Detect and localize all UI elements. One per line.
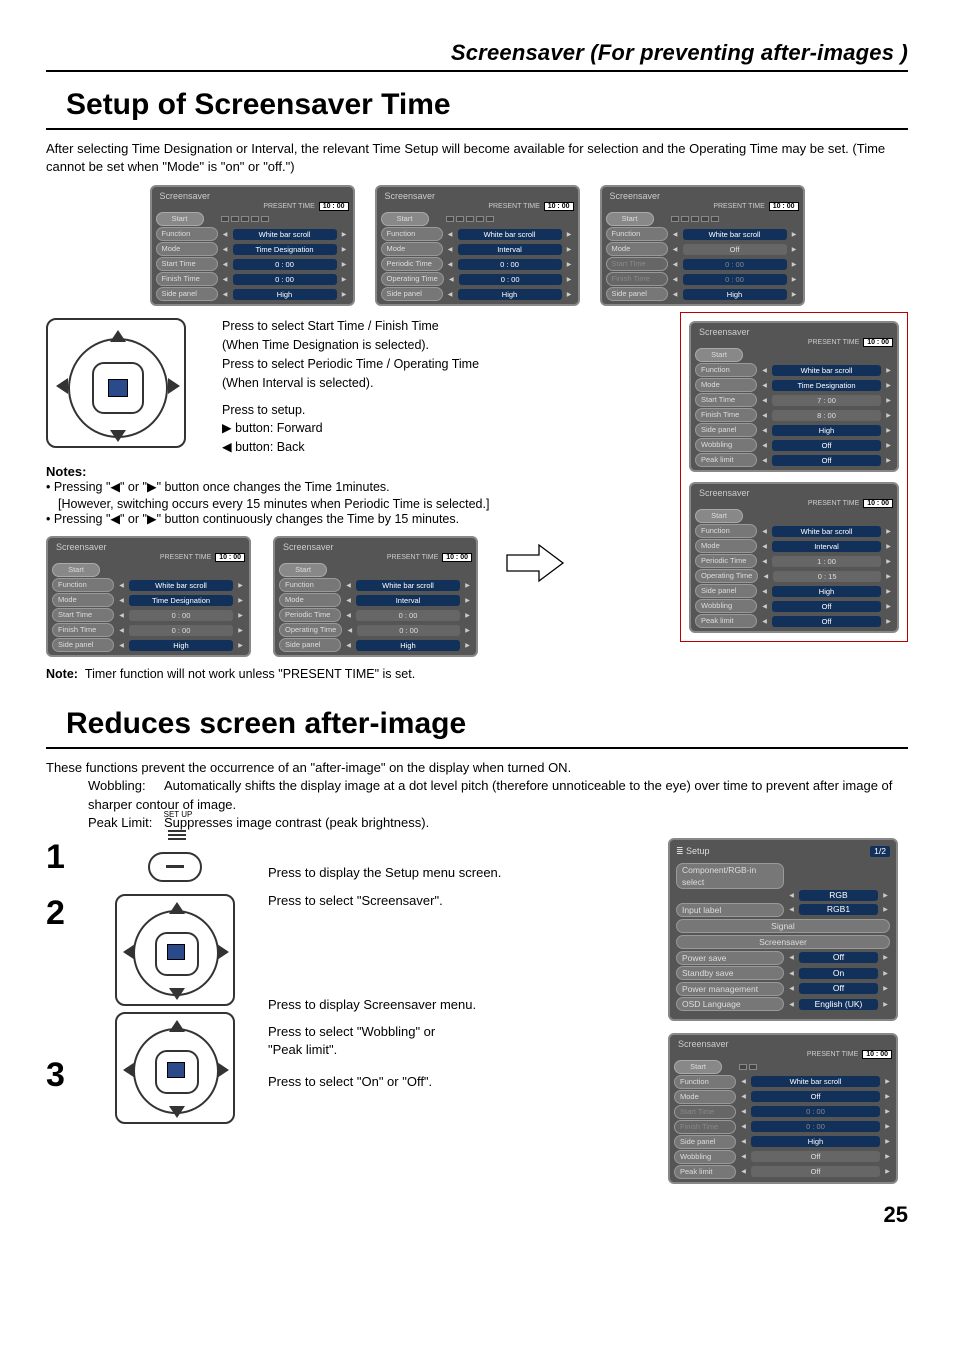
down-icon[interactable]: [169, 988, 185, 1000]
signal-bar[interactable]: Signal: [676, 919, 890, 933]
left-icon[interactable]: [56, 378, 68, 394]
setup-menu-osd: ≣ Setup1/2 Component/RGB-in select ◀RGB▶…: [668, 838, 898, 1021]
osd-time-designation: Screensaver PRESENT TIME 10 : 00 Start F…: [150, 185, 355, 306]
right-icon[interactable]: [217, 1062, 229, 1078]
right-icon[interactable]: [217, 944, 229, 960]
input-value[interactable]: RGB1: [799, 904, 878, 915]
instruction-text: Press to select Start Time / Finish Time…: [222, 318, 666, 458]
function-label: Function: [156, 227, 218, 241]
osd-result-int: Screensaver PRESENT TIME 10 : 00 Start F…: [689, 482, 899, 633]
section2-heading: Reduces screen after-image: [46, 705, 908, 749]
start-time-value[interactable]: 0 : 00: [233, 259, 337, 270]
osd-result-td: Screensaver PRESENT TIME 10 : 00 Start F…: [689, 321, 899, 472]
up-icon[interactable]: [169, 902, 185, 914]
step-text: Press to display the Setup menu screen. …: [268, 838, 660, 1184]
function-value[interactable]: White bar scroll: [233, 229, 337, 240]
page-header: Screensaver (For preventing after-images…: [46, 40, 908, 72]
section1-heading: Setup of Screensaver Time: [46, 86, 908, 130]
osd-title: Screensaver: [160, 191, 349, 201]
remote-dpad-2: [115, 894, 235, 1006]
definitions: Wobbling:Automatically shifts the displa…: [88, 777, 908, 832]
start-time-label: Start Time: [156, 257, 218, 271]
arrow-right-icon: [500, 536, 570, 590]
result-box: Screensaver PRESENT TIME 10 : 00 Start F…: [680, 312, 908, 642]
pm-label: Power management: [676, 982, 784, 996]
left-arrow-icon[interactable]: ◀: [221, 229, 230, 239]
left-icon[interactable]: [123, 1062, 135, 1078]
osdlang-label: OSD Language: [676, 997, 784, 1011]
header-title: Screensaver (For preventing after-images…: [46, 40, 908, 66]
setup-label: SET UP: [148, 810, 208, 819]
step-icons: SET UP: [90, 838, 260, 1184]
notes-block: Notes: Pressing "◀" or "▶" button once c…: [46, 464, 666, 528]
screensaver-bar[interactable]: Screensaver: [676, 935, 890, 949]
finish-time-label: Finish Time: [156, 272, 218, 286]
side-panel-value[interactable]: High: [233, 289, 337, 300]
up-icon[interactable]: [169, 1020, 185, 1032]
page-number: 25: [46, 1202, 908, 1228]
footer-note: Note: Timer function will not work unles…: [46, 667, 666, 681]
down-icon[interactable]: [110, 430, 126, 442]
setup-button-icon[interactable]: [148, 852, 202, 882]
osd-example-int: Screensaver PRESENT TIME 10 : 00 Start F…: [273, 536, 478, 657]
osd-mode-off: Screensaver PRESENT TIME 10 : 00 Start F…: [600, 185, 805, 306]
osd-present-time: PRESENT TIME 10 : 00: [156, 203, 349, 210]
left-icon[interactable]: [123, 944, 135, 960]
remote-dpad: [46, 318, 186, 448]
rgb-value[interactable]: RGB: [799, 890, 878, 901]
right-arrow-icon[interactable]: ▶: [340, 229, 349, 239]
start-button[interactable]: Start: [156, 212, 204, 226]
down-icon[interactable]: [169, 1106, 185, 1118]
step-numbers: 1 2 3: [46, 838, 82, 1184]
start-button[interactable]: Start: [381, 212, 429, 226]
section1-intro: After selecting Time Designation or Inte…: [46, 140, 908, 175]
mode-value[interactable]: Time Designation: [233, 244, 337, 255]
osd-interval: Screensaver PRESENT TIME 10 : 00 Start F…: [375, 185, 580, 306]
input-label: Input label: [676, 903, 784, 917]
comp-rgb-label: Component/RGB-in select: [676, 863, 784, 889]
up-icon[interactable]: [110, 330, 126, 342]
osd-example-td: Screensaver PRESENT TIME 10 : 00 Start F…: [46, 536, 251, 657]
powersave-label: Power save: [676, 951, 784, 965]
section2-intro: These functions prevent the occurrence o…: [46, 759, 908, 777]
side-panel-label: Side panel: [156, 287, 218, 301]
finish-time-value[interactable]: 0 : 00: [233, 274, 337, 285]
remote-dpad-3: [115, 1012, 235, 1124]
mode-label: Mode: [156, 242, 218, 256]
osd-row-top: Screensaver PRESENT TIME 10 : 00 Start F…: [46, 185, 908, 306]
standby-label: Standby save: [676, 966, 784, 980]
osd-screensaver-full: Screensaver PRESENT TIME 10 : 00 Start F…: [668, 1033, 898, 1184]
start-button[interactable]: Start: [606, 212, 654, 226]
boxes-icon: [221, 216, 269, 222]
right-icon[interactable]: [168, 378, 180, 394]
